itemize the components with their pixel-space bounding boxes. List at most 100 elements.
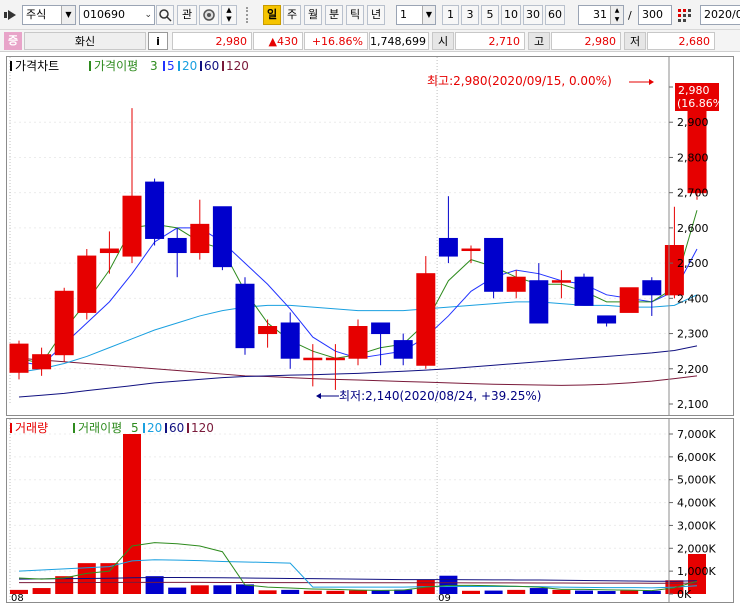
chevron-down-icon[interactable]: ▼ — [422, 6, 435, 24]
interval-preset-button[interactable]: 30 — [523, 5, 543, 25]
candle-body — [303, 357, 323, 361]
price-tick-label: 2,300 — [677, 328, 709, 341]
interval-preset-button[interactable]: 5 — [481, 5, 499, 25]
vol-ma60-legend: 60 — [169, 421, 184, 435]
chart-toolbar: 주식 ▼ 010690 ⌄ 관 ▲ ▼ 일주월분틱년 1 ▼ 1 3 5 10 30 60 … — [0, 0, 740, 30]
interval-preset-button[interactable]: 1 — [442, 5, 459, 25]
volume-bar — [190, 585, 209, 594]
volume-legend-title: 거래량 — [15, 421, 48, 435]
high-annotation-text: 최고:2,980(2020/09/15, 0.00%) — [427, 74, 612, 88]
count-separator: / — [628, 9, 632, 22]
quote-bar: 증 화신 i 2,980 ▲430 +16.86% 1,748,699 시 2,… — [0, 30, 740, 52]
ma-legend-marker — [89, 61, 91, 71]
stock-code-input[interactable]: 010690 ⌄ — [79, 5, 155, 25]
chevron-down-icon[interactable]: ▼ — [61, 6, 75, 24]
candle-body — [9, 343, 29, 373]
interval-select[interactable]: 1 ▼ — [396, 5, 436, 25]
volume-bar — [620, 590, 639, 594]
low-annotation-text: 최저:2,140(2020/08/24, +39.25%) — [339, 389, 541, 403]
stock-code-value: 010690 — [83, 8, 125, 21]
candle-body — [506, 276, 526, 292]
price-tick-label: 2,100 — [677, 398, 709, 411]
candle-body — [438, 237, 458, 257]
candle-body — [619, 287, 639, 313]
search-icon — [159, 9, 172, 22]
candle-body — [54, 290, 74, 356]
volume-chart-panel[interactable]: 0K 1,000K 2,000K 3,000K 4,000K 5,000K 6,000K 7,… — [6, 418, 734, 604]
vol-ma120-legend: 120 — [191, 421, 214, 435]
price-ma-legend-title: 가격이평 — [94, 59, 138, 73]
volume-bar — [507, 589, 526, 594]
vol-ma120-legend-marker — [187, 423, 189, 433]
candle-body — [77, 255, 97, 313]
volume-chart[interactable]: 0K 1,000K 2,000K 3,000K 4,000K 5,000K 6,000K 7,… — [7, 419, 733, 604]
interval-preset-button[interactable]: 10 — [501, 5, 521, 25]
last-price-tag-pct: (16.86%) — [677, 97, 728, 110]
candle-body — [235, 283, 255, 349]
volume-bar — [349, 590, 367, 594]
candle-body — [32, 354, 52, 370]
count-value: 31 — [593, 8, 607, 21]
info-button[interactable]: i — [148, 32, 168, 50]
volume-tick-label: 2,000K — [677, 542, 716, 555]
ma3-legend: 3 — [150, 59, 158, 73]
high-price: 2,980 — [551, 32, 621, 50]
volume-ma60-line — [18, 577, 698, 582]
interval-select-value: 1 — [400, 8, 407, 21]
price-tick-label: 2,500 — [677, 257, 709, 270]
volume-bar — [371, 590, 390, 594]
price-chart-panel[interactable]: 2,100 2,200 2,300 2,400 2,500 2,600 2,700 2,800… — [6, 56, 734, 416]
gear-icon — [203, 9, 215, 21]
period-tab[interactable]: 주 — [283, 5, 301, 25]
open-label: 시 — [432, 32, 454, 50]
volume-bar — [168, 587, 187, 594]
volume-ma120-line — [19, 581, 698, 584]
ma60-legend: 60 — [204, 59, 219, 73]
volume-bar — [462, 590, 480, 594]
total-count-input[interactable]: 300 — [638, 5, 672, 25]
chevron-down-icon[interactable]: ⌄ — [144, 6, 152, 24]
price-change-pct: +16.86% — [304, 32, 368, 50]
low-annotation: 최저:2,140(2020/08/24, +39.25%) — [316, 389, 541, 403]
month-label: 09 — [438, 593, 451, 602]
ma60-legend-marker — [200, 61, 202, 71]
date-input[interactable]: 2020/0 — [700, 5, 740, 25]
period-tab[interactable]: 일 — [263, 5, 281, 25]
count-input[interactable]: 31 ▲ ▼ — [578, 5, 624, 25]
volume-bar — [552, 589, 571, 594]
volume-bar — [642, 590, 661, 594]
vol-ma5-legend: 5 — [131, 421, 139, 435]
candle-body — [484, 237, 504, 292]
price-tick-label: 2,900 — [677, 116, 709, 129]
period-tab[interactable]: 년 — [367, 5, 385, 25]
current-price: 2,980 — [172, 32, 252, 50]
price-tick-label: 2,700 — [677, 187, 709, 200]
interval-preset-button[interactable]: 3 — [461, 5, 479, 25]
count-spinner[interactable]: ▲ ▼ — [610, 6, 623, 24]
ma5-legend: 5 — [167, 59, 175, 73]
candle-body — [664, 245, 684, 296]
trade-volume: 1,748,699 — [369, 32, 429, 50]
price-chart[interactable]: 2,100 2,200 2,300 2,400 2,500 2,600 2,700 2,800… — [7, 57, 733, 415]
settings-button[interactable] — [199, 5, 219, 25]
price-legend-title: 가격차트 — [15, 59, 59, 73]
volume-bar — [597, 591, 616, 594]
interval-preset-button[interactable]: 60 — [545, 5, 565, 25]
period-tab[interactable]: 틱 — [346, 5, 364, 25]
period-tab[interactable]: 분 — [325, 5, 343, 25]
price-change: ▲430 — [253, 32, 303, 50]
candle-body — [371, 322, 391, 335]
up-down-spinner[interactable]: ▲ ▼ — [221, 5, 237, 25]
grid-options-icon[interactable] — [676, 7, 692, 23]
last-price-tag: 2,980 (16.86%) — [675, 83, 728, 111]
volume-tick-label: 3,000K — [677, 519, 716, 532]
last-price-tag-value: 2,980 — [678, 84, 710, 97]
favorite-button[interactable]: 관 — [177, 5, 197, 25]
market-select[interactable]: 주식 ▼ — [22, 5, 76, 25]
link-arrow-icon[interactable] — [4, 9, 18, 21]
period-tab[interactable]: 월 — [304, 5, 322, 25]
price-tick-label: 2,600 — [677, 222, 709, 235]
market-select-value: 주식 — [26, 8, 47, 21]
search-button[interactable] — [156, 5, 174, 25]
stock-name: 화신 — [24, 32, 146, 50]
